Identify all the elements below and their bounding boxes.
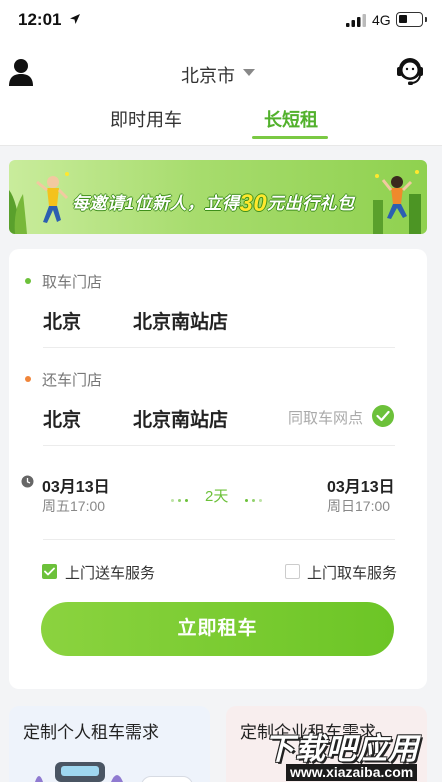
tab-instant-car[interactable]: 即时用车 xyxy=(110,106,182,132)
promo-title: 定制个人租车需求 xyxy=(23,723,159,742)
return-time[interactable]: 周日17:00 xyxy=(327,496,390,516)
rent-now-button[interactable]: 立即租车 xyxy=(41,602,394,656)
battery-tip xyxy=(425,17,427,22)
return-store-label: 还车门店 xyxy=(42,372,103,389)
invite-banner[interactable]: 每邀请1位新人，立得30元出行礼包 xyxy=(9,160,427,234)
pickup-store[interactable]: 北京南站店 xyxy=(133,307,228,334)
watermark-url: www.xiazaiba.com xyxy=(286,764,418,781)
rental-duration: 2天 xyxy=(205,488,229,505)
active-tab-indicator xyxy=(252,136,328,139)
status-bar: 12:01 4G xyxy=(0,0,442,42)
clock-icon xyxy=(21,475,34,488)
location-arrow-icon xyxy=(70,14,80,24)
divider xyxy=(43,539,395,540)
pickup-store-label: 取车门店 xyxy=(42,274,103,291)
pickup-time[interactable]: 周五17:00 xyxy=(42,496,105,516)
pickup-city[interactable]: 北京 xyxy=(43,307,81,334)
promo-action-pill[interactable] xyxy=(141,776,193,782)
pickup-service-checkbox[interactable] xyxy=(285,564,300,579)
pickup-date[interactable]: 03月13日 xyxy=(42,473,110,497)
user-icon[interactable] xyxy=(9,58,33,86)
status-time: 12:01 xyxy=(18,10,62,29)
customer-service-icon[interactable] xyxy=(396,56,424,86)
city-selector[interactable]: 北京市 xyxy=(181,62,235,88)
same-as-pickup-label[interactable]: 同取车网点 xyxy=(288,407,363,428)
watermark-title: 下载吧应用 xyxy=(264,733,419,766)
rental-form-card: 取车门店 北京 北京南站店 还车门店 北京 北京南站店 同取车网点 03月13日… xyxy=(9,249,427,689)
watermark: 下载吧应用 www.xiazaiba.com xyxy=(258,722,442,782)
banner-amount: 30 xyxy=(239,190,268,217)
car-illustration-icon xyxy=(35,762,123,782)
divider xyxy=(43,347,395,348)
return-city[interactable]: 北京 xyxy=(43,405,81,432)
delivery-service-label[interactable]: 上门送车服务 xyxy=(65,562,155,583)
runner-illustration-icon xyxy=(9,172,69,234)
signal-icon xyxy=(346,14,366,27)
divider xyxy=(43,445,395,446)
banner-text-unit: 元 xyxy=(267,194,285,213)
pickup-service-label[interactable]: 上门取车服务 xyxy=(307,562,397,583)
banner-text: 每邀请1位新人，立得30元出行礼包 xyxy=(72,188,355,217)
pickup-dot-icon xyxy=(25,278,31,284)
return-store[interactable]: 北京南站店 xyxy=(133,405,228,432)
banner-text-prefix: 每邀请1位新人，立得 xyxy=(72,194,240,213)
network-type: 4G xyxy=(372,12,391,28)
chevron-down-icon[interactable] xyxy=(243,69,255,76)
celebration-illustration-icon xyxy=(373,170,421,234)
duration-dots-right xyxy=(245,492,266,503)
delivery-service-checkbox[interactable] xyxy=(42,564,57,579)
battery-icon xyxy=(396,12,423,27)
banner-text-suffix: 出行礼包 xyxy=(284,194,355,213)
return-dot-icon xyxy=(25,376,31,382)
personal-rental-promo[interactable]: 定制个人租车需求 xyxy=(9,706,210,782)
return-date[interactable]: 03月13日 xyxy=(327,473,395,497)
tab-long-short-rental[interactable]: 长短租 xyxy=(264,106,318,132)
app-header: 北京市 即时用车 长短租 xyxy=(0,42,442,146)
same-as-pickup-check-icon[interactable] xyxy=(372,405,394,427)
duration-dots-left xyxy=(171,492,192,503)
